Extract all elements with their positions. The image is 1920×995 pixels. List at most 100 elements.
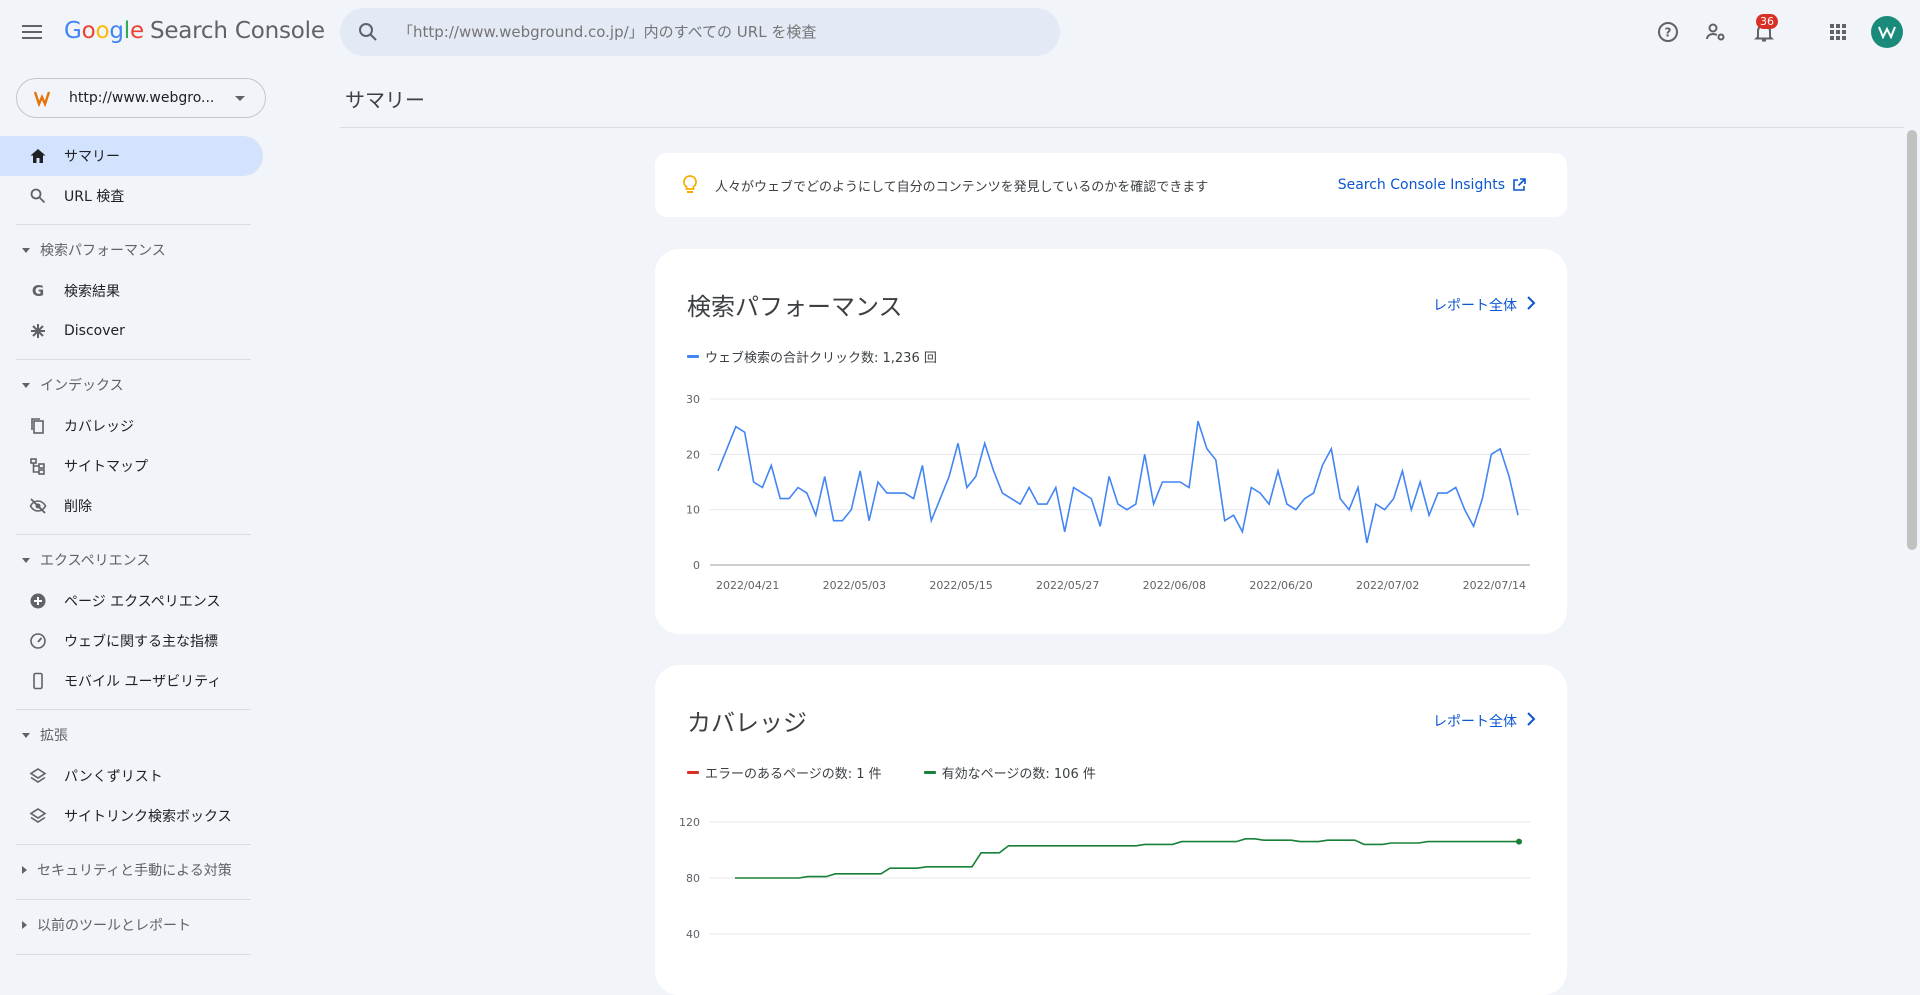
sidebar-item-search-results[interactable]: G 検索結果 xyxy=(0,271,263,311)
legend-swatch xyxy=(687,355,699,358)
sidebar-item-label: パンくずリスト xyxy=(64,769,163,785)
performance-title: 検索パフォーマンス xyxy=(687,293,903,321)
y-tick-label: 120 xyxy=(679,816,700,829)
section-experience[interactable]: エクスペリエンス xyxy=(0,545,260,575)
sidebar-item-label: 削除 xyxy=(64,499,92,515)
sidebar-item-discover[interactable]: Discover xyxy=(0,311,263,351)
property-label: http://www.webgro... xyxy=(69,90,215,106)
caret-down-icon xyxy=(22,382,30,388)
sidebar-item-label: カバレッジ xyxy=(64,419,134,435)
sidebar-item-label: ページ エクスペリエンス xyxy=(64,594,221,610)
layers-icon xyxy=(29,808,47,823)
coverage-title: カバレッジ xyxy=(687,709,807,737)
sidebar-item-label: ウェブに関する主な指標 xyxy=(64,634,218,650)
open-in-new-icon[interactable] xyxy=(1511,177,1527,193)
sidebar-item-label: Discover xyxy=(64,323,125,339)
page-title: サマリー xyxy=(345,88,425,112)
scrollbar[interactable] xyxy=(1907,130,1917,550)
caret-down-icon xyxy=(22,247,30,253)
sidebar-item-page-experience[interactable]: ページ エクスペリエンス xyxy=(0,581,263,621)
sidebar-item-core-web-vitals[interactable]: ウェブに関する主な指標 xyxy=(0,621,263,661)
apps-grid-icon[interactable] xyxy=(1826,20,1850,44)
google-g-icon: G xyxy=(32,282,44,300)
chevron-right-icon[interactable] xyxy=(1525,711,1537,727)
section-index[interactable]: インデックス xyxy=(0,370,260,400)
sitemap-icon xyxy=(30,458,45,475)
series-line-valid xyxy=(735,838,1519,879)
performance-legend: ウェブ検索の合計クリック数: 1,236 回 xyxy=(687,347,937,366)
coverage-legend: エラーのあるページの数: 1 件 有効なページの数: 106 件 xyxy=(687,763,1132,782)
caret-down-icon xyxy=(22,557,30,563)
divider xyxy=(16,899,251,900)
sidebar-item-label: サイトリンク検索ボックス xyxy=(64,809,232,825)
caret-right-icon xyxy=(22,866,27,874)
sidebar: http://www.webgro... サマリー URL 検査 検索パフォーマ… xyxy=(0,64,266,969)
insights-text: 人々がウェブでどのようにして自分のコンテンツを発見しているのかを確認できます xyxy=(715,179,1209,195)
sidebar-item-coverage[interactable]: カバレッジ xyxy=(0,406,263,446)
y-tick-label: 80 xyxy=(686,872,700,885)
section-search-performance[interactable]: 検索パフォーマンス xyxy=(0,235,260,265)
section-enhancements[interactable]: 拡張 xyxy=(0,720,260,750)
search-icon xyxy=(30,188,46,204)
sidebar-item-summary[interactable]: サマリー xyxy=(0,136,263,176)
notification-badge: 36 xyxy=(1756,14,1778,29)
x-tick-label: 2022/06/08 xyxy=(1143,579,1206,592)
plus-circle-icon xyxy=(30,593,46,609)
speedometer-icon xyxy=(30,633,46,649)
caret-right-icon xyxy=(22,921,27,929)
legend-error: エラーのあるページの数: 1 件 xyxy=(687,763,882,782)
sidebar-item-label: 検索結果 xyxy=(64,284,120,300)
svg-text:?: ? xyxy=(1665,26,1672,40)
sidebar-item-sitemap[interactable]: サイトマップ xyxy=(0,446,263,486)
x-tick-label: 2022/07/02 xyxy=(1356,579,1419,592)
user-settings-icon[interactable] xyxy=(1704,20,1728,44)
sidebar-item-label: URL 検査 xyxy=(64,189,125,205)
divider xyxy=(16,534,251,535)
account-avatar[interactable] xyxy=(1871,16,1903,48)
performance-full-report-link[interactable]: レポート全体 xyxy=(1433,295,1517,315)
divider xyxy=(16,359,251,360)
coverage-full-report-link[interactable]: レポート全体 xyxy=(1433,711,1517,731)
performance-chart: 0 10 20 30 2022/04/21 2022/05/03 2022/05/15 202… xyxy=(686,393,1530,592)
legend-clicks: ウェブ検索の合計クリック数: 1,236 回 xyxy=(705,351,937,366)
lightbulb-icon xyxy=(683,175,697,193)
asterisk-icon xyxy=(31,324,45,338)
sidebar-item-removals[interactable]: 削除 xyxy=(0,486,263,526)
x-tick-label: 2022/05/27 xyxy=(1036,579,1099,592)
search-console-insights-link[interactable]: Search Console Insights xyxy=(1338,177,1505,193)
chevron-right-icon[interactable] xyxy=(1525,295,1537,311)
help-icon[interactable]: ? xyxy=(1656,20,1680,44)
x-tick-label: 2022/05/03 xyxy=(823,579,886,592)
sidebar-item-url-inspection[interactable]: URL 検査 xyxy=(0,176,263,216)
avatar-logo-icon xyxy=(1878,26,1896,39)
series-end-point xyxy=(1516,838,1522,845)
search-icon xyxy=(359,23,377,41)
section-legacy-tools[interactable]: 以前のツールとレポート xyxy=(0,910,260,940)
url-inspection-search[interactable] xyxy=(340,8,1060,56)
y-tick-label: 10 xyxy=(686,504,700,517)
sidebar-item-label: サイトマップ xyxy=(64,459,148,475)
y-tick-label: 0 xyxy=(693,559,700,572)
legend-swatch xyxy=(923,771,936,774)
sidebar-item-label: サマリー xyxy=(64,149,120,165)
property-selector[interactable]: http://www.webgro... xyxy=(16,78,266,118)
legend-valid: 有効なページの数: 106 件 xyxy=(923,763,1096,782)
series-line-clicks xyxy=(717,420,1519,544)
caret-down-icon xyxy=(22,732,30,738)
eye-off-icon xyxy=(29,498,47,514)
coverage-card: カバレッジ レポート全体 エラーのあるページの数: 1 件 有効なページの数: … xyxy=(655,665,1567,995)
chevron-down-icon xyxy=(235,95,245,101)
y-tick-label: 20 xyxy=(686,448,700,461)
sidebar-item-mobile-usability[interactable]: モバイル ユーザビリティ xyxy=(0,661,263,701)
performance-card: 検索パフォーマンス レポート全体 ウェブ検索の合計クリック数: 1,236 回 … xyxy=(655,249,1567,634)
property-logo-icon xyxy=(33,91,51,107)
sidebar-item-sitelinks-searchbox[interactable]: サイトリンク検索ボックス xyxy=(0,796,263,836)
sidebar-item-breadcrumbs[interactable]: パンくずリスト xyxy=(0,756,263,796)
app-logo[interactable]: Google Search Console xyxy=(64,18,325,44)
copy-icon xyxy=(31,418,44,434)
section-security-manual-actions[interactable]: セキュリティと手動による対策 xyxy=(0,855,260,885)
legend-swatch xyxy=(687,771,699,774)
x-tick-label: 2022/04/21 xyxy=(716,579,779,592)
main-menu-button[interactable] xyxy=(20,20,44,44)
search-input[interactable] xyxy=(398,23,1018,41)
